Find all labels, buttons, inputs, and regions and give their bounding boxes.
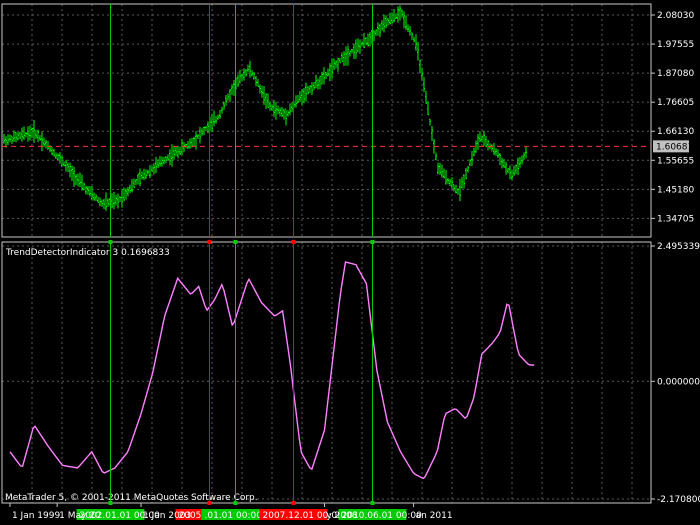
current-price-value: 1.60681 [656, 142, 693, 152]
time-tick-label: 1 Jan 2003 [143, 511, 191, 521]
indicator-y-tick-label: 0.000000 [657, 377, 700, 387]
time-tick-label: 1 May 20 [59, 511, 101, 521]
signal-marker-bottom [108, 501, 113, 505]
price-y-tick-label: 1.34705 [657, 214, 694, 224]
price-y-tick-label: 1.66130 [657, 127, 694, 137]
signal-marker-top [370, 240, 375, 244]
indicator-y-tick-label: 2.4953394 [657, 242, 700, 252]
signal-marker-top [108, 240, 113, 244]
signal-marker-top [207, 240, 212, 244]
price-y-tick-label: 1.45180 [657, 185, 694, 195]
signal-marker-bottom [291, 501, 296, 505]
price-y-tick-label: 1.55655 [657, 156, 694, 166]
signal-marker-bottom [370, 501, 375, 505]
price-y-tick-label: 1.76605 [657, 98, 694, 108]
time-tick-label: y 2008 [327, 511, 358, 521]
chart-canvas: 2.08030 1.97555 1.87080 1.76605 1.66130 1.556… [0, 0, 700, 525]
price-y-tick-label: 1.97555 [657, 40, 694, 50]
price-y-tick-label: 2.08030 [657, 11, 694, 21]
signal-marker-top [233, 240, 238, 244]
indicator-y-tick-label: -2.1708004 [657, 495, 700, 505]
time-tick-label: an 2011 [416, 511, 453, 521]
signal-marker-bottom [207, 501, 212, 505]
indicator-title: TrendDetectorIndicator 3 0.1696833 [5, 248, 170, 258]
current-price-label: 1.60681 [653, 140, 693, 153]
signal-marker-top [291, 240, 296, 244]
copyright-text: MetaTrader 5, © 2001-2011 MetaQuotes Sof… [5, 493, 258, 503]
price-y-tick-label: 1.87080 [657, 69, 694, 79]
signal-marker-bottom [233, 501, 238, 505]
signal-date-label: .01.01 00:00 [205, 511, 263, 521]
time-tick-label: 1 Jan 1999 [12, 511, 60, 521]
